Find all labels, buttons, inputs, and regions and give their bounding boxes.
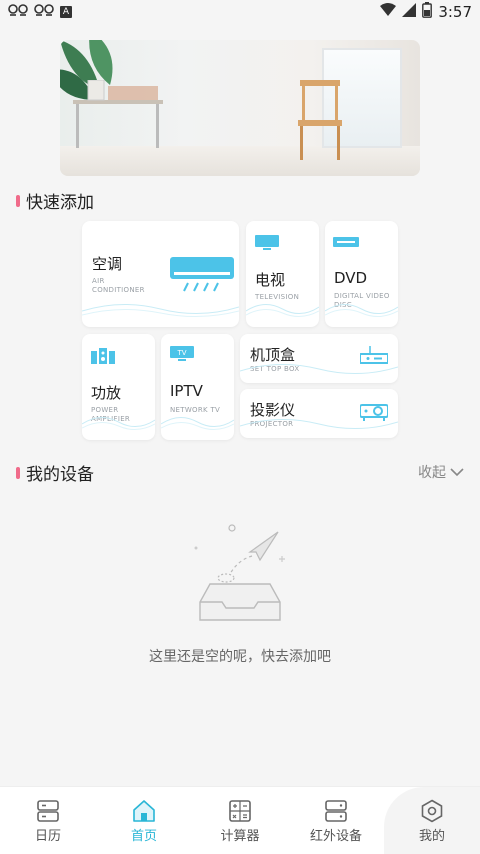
card-air-conditioner[interactable]: 空调 AIR CONDITIONER — [82, 221, 239, 327]
calculator-icon — [229, 800, 251, 822]
dvd-icon — [333, 237, 359, 247]
battery-icon — [422, 2, 433, 22]
status-bar: A 3:57 — [0, 0, 480, 24]
card-iptv[interactable]: TV IPTV NETWORK TV — [161, 334, 234, 440]
bottom-nav: 日历 首页 计算器 红外设备 我的 — [0, 786, 480, 854]
card-wave-decoration — [325, 304, 398, 317]
nav-label: 首页 — [130, 829, 157, 844]
my-devices-header: 我的设备 — [16, 460, 94, 485]
card-title: IPTV — [170, 382, 203, 400]
amplifier-icon — [91, 348, 115, 364]
nav-label: 计算器 — [220, 829, 260, 844]
home-icon — [133, 800, 155, 822]
collapse-button[interactable]: 收起 — [418, 462, 464, 482]
card-power-amplifier[interactable]: 功放 POWER AMPLIFIER — [82, 334, 155, 440]
nav-label: 日历 — [34, 829, 61, 844]
nav-label: 我的 — [418, 829, 445, 844]
section-marker — [16, 466, 20, 479]
nav-calculator[interactable]: 计算器 — [192, 787, 288, 854]
svg-text:TV: TV — [176, 349, 186, 357]
card-wave-decoration — [240, 364, 398, 374]
card-dvd[interactable]: DVD DIGITAL VIDEO DISC — [325, 221, 398, 327]
card-title: DVD — [334, 269, 368, 287]
nav-home[interactable]: 首页 — [96, 787, 192, 854]
television-icon — [255, 235, 279, 250]
empty-state-message: 这里还是空的呢，快去添加吧 — [149, 649, 331, 665]
infrared-device-icon — [325, 800, 347, 822]
collapse-label: 收起 — [418, 465, 446, 481]
card-wave-decoration — [82, 417, 155, 430]
quick-add-title: 快速添加 — [26, 193, 94, 213]
app-notification-icon — [8, 3, 28, 21]
notification-icons: A — [8, 3, 72, 21]
card-subtitle: AIR CONDITIONER — [92, 277, 145, 294]
nav-label: 红外设备 — [309, 829, 362, 844]
empty-box-illustration — [194, 524, 285, 621]
card-projector[interactable]: 投影仪 PROJECTOR — [240, 389, 398, 438]
profile-hexagon-icon — [421, 799, 443, 823]
iptv-icon: TV — [170, 346, 194, 361]
promo-banner[interactable] — [60, 40, 420, 176]
card-title: 功放 — [91, 384, 122, 402]
chevron-down-icon — [450, 468, 464, 477]
keyboard-a-icon: A — [60, 6, 72, 18]
banner-floor — [60, 146, 420, 176]
card-set-top-box[interactable]: 机顶盒 SET TOP BOX — [240, 334, 398, 383]
nav-calendar[interactable]: 日历 — [0, 787, 96, 854]
card-wave-decoration — [82, 304, 239, 318]
app-notification-icon — [34, 3, 54, 21]
chair-illustration — [298, 80, 342, 160]
table-illustration — [73, 80, 163, 148]
wifi-icon — [380, 3, 397, 21]
nav-infrared-devices[interactable]: 红外设备 — [288, 787, 384, 854]
section-marker — [16, 194, 20, 207]
calendar-icon — [37, 800, 59, 822]
card-wave-decoration — [246, 304, 319, 317]
card-title: 空调 — [92, 255, 123, 273]
air-conditioner-icon — [170, 257, 234, 292]
card-wave-decoration — [240, 419, 398, 429]
quick-add-header: 快速添加 — [16, 188, 94, 213]
card-title: 电视 — [255, 271, 286, 289]
my-devices-title: 我的设备 — [26, 465, 94, 485]
clock: 3:57 — [438, 3, 472, 21]
nav-mine[interactable]: 我的 — [384, 787, 480, 854]
card-wave-decoration — [161, 417, 234, 430]
system-icons: 3:57 — [380, 2, 472, 22]
card-television[interactable]: 电视 TELEVISION — [246, 221, 319, 327]
signal-icon — [402, 3, 417, 21]
